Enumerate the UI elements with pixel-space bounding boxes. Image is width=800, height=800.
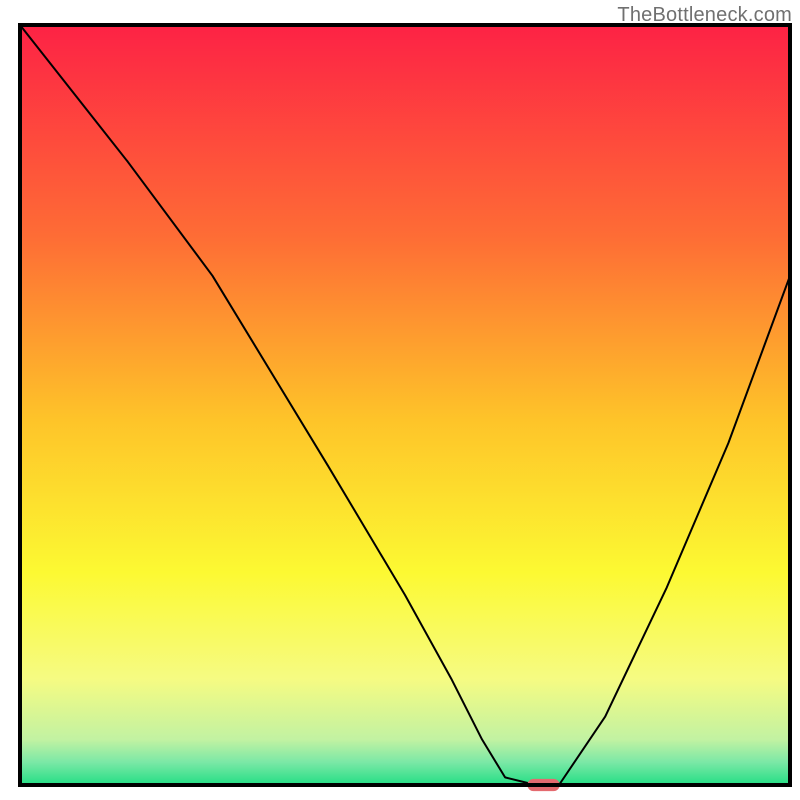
bottleneck-chart: TheBottleneck.com xyxy=(0,0,800,800)
chart-svg xyxy=(0,0,800,800)
watermark-label: TheBottleneck.com xyxy=(617,4,792,27)
chart-background xyxy=(20,25,790,785)
